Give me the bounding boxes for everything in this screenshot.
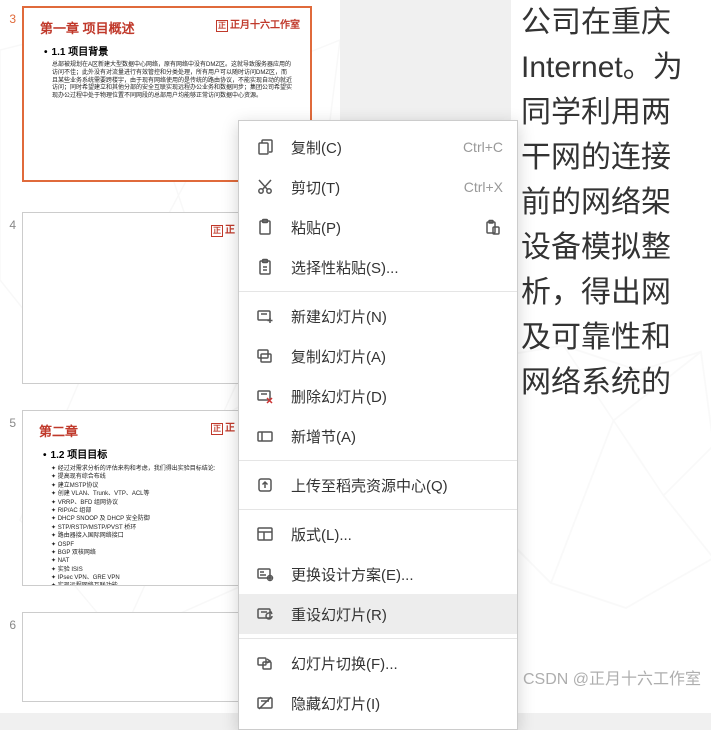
menu-label: 版式(L)... xyxy=(291,524,503,545)
csdn-watermark: CSDN @正月十六工作室 xyxy=(523,665,701,689)
menu-reset-slide[interactable]: 重设幻灯片(R) xyxy=(239,594,517,634)
slide-body-text-line: 前的网络架 xyxy=(521,180,711,225)
menu-separator xyxy=(239,509,517,510)
menu-copy[interactable]: 复制(C) Ctrl+C xyxy=(239,127,517,167)
menu-label: 上传至稻壳资源中心(Q) xyxy=(291,475,503,496)
slide-body-text-line: 干网的连接 xyxy=(521,135,711,180)
copy-icon xyxy=(253,135,277,159)
menu-label: 重设幻灯片(R) xyxy=(291,604,503,625)
menu-paste-special[interactable]: 选择性粘贴(S)... xyxy=(239,247,517,287)
design-icon xyxy=(253,562,277,586)
menu-duplicate-slide[interactable]: 复制幻灯片(A) xyxy=(239,336,517,376)
clipboard-icon xyxy=(253,215,277,239)
reset-slide-icon xyxy=(253,602,277,626)
menu-shortcut: Ctrl+X xyxy=(464,179,503,195)
menu-label: 粘贴(P) xyxy=(291,217,475,238)
slide-body-text-line: 同学利用两 xyxy=(521,90,711,135)
new-slide-icon xyxy=(253,304,277,328)
menu-label: 复制幻灯片(A) xyxy=(291,346,503,367)
menu-change-design[interactable]: 更换设计方案(E)... xyxy=(239,554,517,594)
menu-label: 选择性粘贴(S)... xyxy=(291,257,503,278)
menu-label: 幻灯片切换(F)... xyxy=(291,653,503,674)
menu-paste[interactable]: 粘贴(P) xyxy=(239,207,517,247)
transition-icon xyxy=(253,651,277,675)
menu-delete-slide[interactable]: 删除幻灯片(D) xyxy=(239,376,517,416)
delete-slide-icon xyxy=(253,384,277,408)
slide-logo: 正 xyxy=(211,221,235,237)
context-menu: 复制(C) Ctrl+C 剪切(T) Ctrl+X 粘贴(P) 选择性粘贴(S)… xyxy=(238,120,518,730)
menu-slide-transition[interactable]: 幻灯片切换(F)... xyxy=(239,643,517,683)
menu-cut[interactable]: 剪切(T) Ctrl+X xyxy=(239,167,517,207)
menu-separator xyxy=(239,291,517,292)
paste-options-icon xyxy=(483,217,503,237)
menu-label: 新增节(A) xyxy=(291,426,503,447)
duplicate-slide-icon xyxy=(253,344,277,368)
slide-editor-area: 公司在重庆 Internet。为 同学利用两 干网的连接 前的网络架 设备模拟整… xyxy=(511,0,711,713)
decorative-polygon-bg xyxy=(511,333,711,633)
menu-label: 复制(C) xyxy=(291,137,455,158)
menu-new-section[interactable]: 新增节(A) xyxy=(239,416,517,456)
layout-icon xyxy=(253,522,277,546)
menu-separator xyxy=(239,638,517,639)
menu-label: 新建幻灯片(N) xyxy=(291,306,503,327)
menu-shortcut: Ctrl+C xyxy=(463,139,503,155)
scissors-icon xyxy=(253,175,277,199)
menu-label: 剪切(T) xyxy=(291,177,456,198)
menu-separator xyxy=(239,460,517,461)
menu-upload-docer[interactable]: 上传至稻壳资源中心(Q) xyxy=(239,465,517,505)
hide-slide-icon xyxy=(253,691,277,715)
menu-new-slide[interactable]: 新建幻灯片(N) xyxy=(239,296,517,336)
slide-body-text-line: 设备模拟整 xyxy=(521,225,711,270)
slide-logo: 正月十六工作室 xyxy=(216,16,300,32)
slide-subtitle: 1.1 项目背景 xyxy=(24,41,310,62)
slide-logo: 正 xyxy=(211,419,235,435)
slide-body: 总部被规划在A区新建大型数据中心网络，原有网络中没有DMZ区。这就导致服务器应用… xyxy=(24,62,310,101)
slide-body-text-line: Internet。为 xyxy=(521,45,711,90)
menu-label: 更换设计方案(E)... xyxy=(291,564,503,585)
slide-body-text-line: 公司在重庆 xyxy=(521,0,711,45)
slide-body-text-line: 析，得出网 xyxy=(521,270,711,315)
upload-icon xyxy=(253,473,277,497)
clipboard-special-icon xyxy=(253,255,277,279)
menu-label: 隐藏幻灯片(I) xyxy=(291,693,503,714)
menu-hide-slide[interactable]: 隐藏幻灯片(I) xyxy=(239,683,517,723)
menu-layout[interactable]: 版式(L)... xyxy=(239,514,517,554)
menu-label: 删除幻灯片(D) xyxy=(291,386,503,407)
section-icon xyxy=(253,424,277,448)
